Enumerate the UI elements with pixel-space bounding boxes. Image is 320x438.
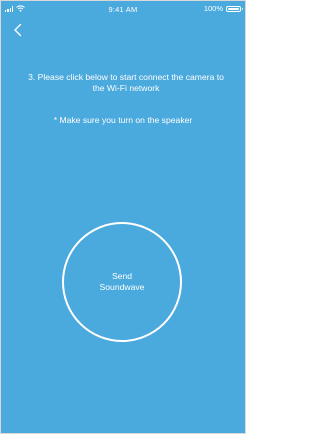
send-soundwave-button[interactable]: Send Soundwave (62, 222, 182, 342)
status-bar: 9:41 AM 100% (1, 1, 245, 15)
app-screen: 9:41 AM 100% 3. Please click below to st… (0, 0, 246, 434)
battery-percentage: 100% (203, 4, 223, 13)
status-right: 100% (203, 4, 243, 13)
back-button[interactable] (11, 23, 25, 37)
chevron-left-icon (14, 23, 22, 37)
speaker-note: * Make sure you turn on the speaker (53, 115, 193, 125)
send-soundwave-label: Send Soundwave (99, 271, 145, 292)
battery-icon (226, 5, 243, 12)
instruction-text: 3. Please click below to start connect t… (28, 72, 224, 93)
